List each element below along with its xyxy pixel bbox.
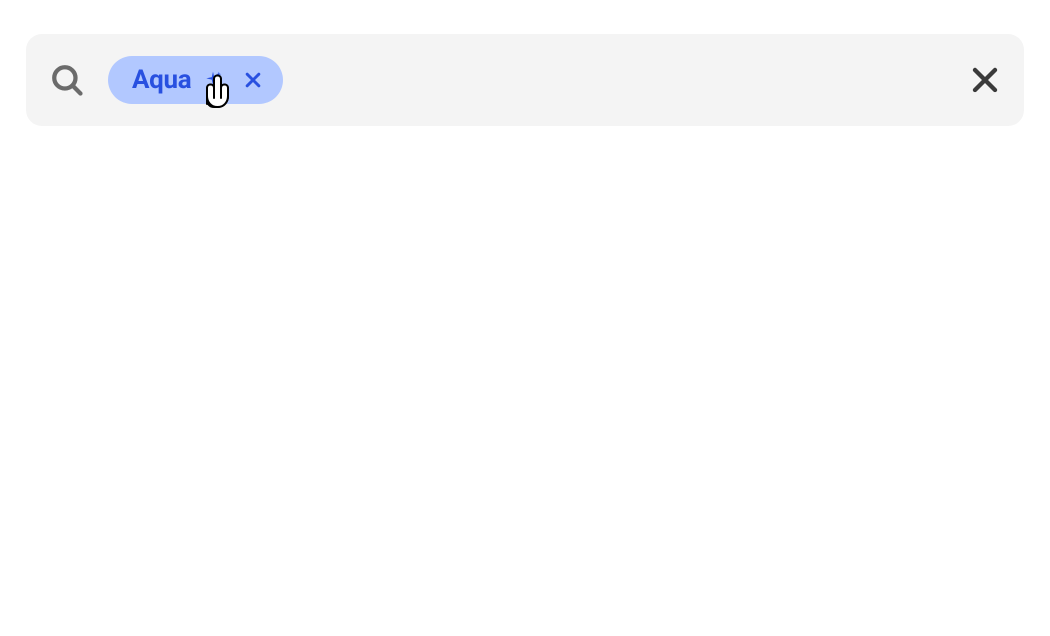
sparkle-icon bbox=[203, 70, 223, 90]
search-bar[interactable]: Aqua bbox=[26, 34, 1024, 126]
tag-label: Aqua bbox=[132, 65, 191, 95]
clear-search-icon[interactable] bbox=[970, 65, 1000, 95]
search-icon bbox=[50, 63, 84, 97]
tags-area: Aqua bbox=[108, 56, 970, 104]
tag-close-icon[interactable] bbox=[243, 70, 263, 90]
tag-chip-aqua[interactable]: Aqua bbox=[108, 56, 283, 104]
